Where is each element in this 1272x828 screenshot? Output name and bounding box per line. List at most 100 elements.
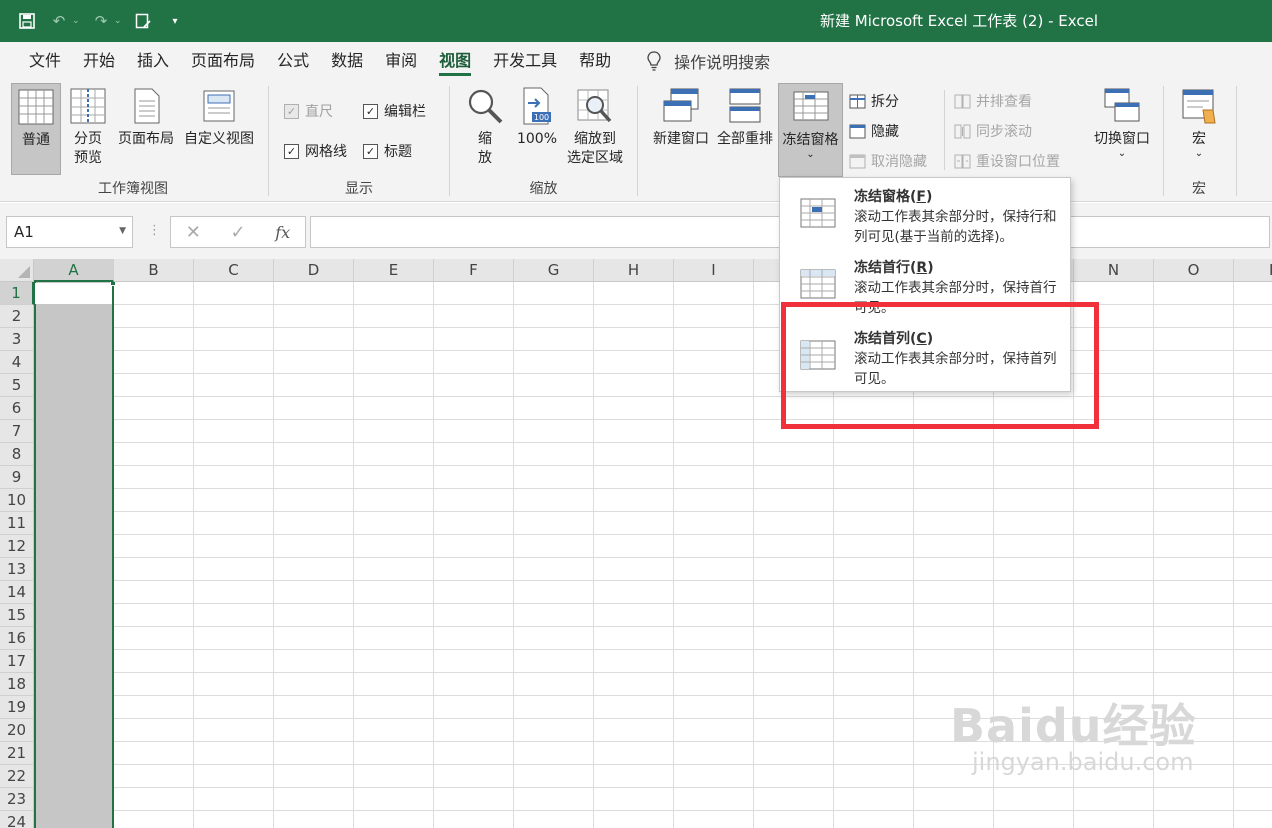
save-icon[interactable]: [14, 8, 40, 34]
group-macros: 宏 ⌄ 宏: [1165, 80, 1233, 202]
watermark-url: jingyan.baidu.com: [972, 748, 1194, 776]
tab-review[interactable]: 审阅: [374, 42, 428, 80]
hide-label: 隐藏: [871, 124, 899, 140]
column-header[interactable]: O: [1154, 259, 1234, 282]
name-box-dropdown-icon[interactable]: ▼: [119, 226, 126, 236]
customize-qat-icon[interactable]: ▾: [162, 8, 188, 34]
synchronous-scrolling-button[interactable]: 同步滚动: [954, 121, 1032, 141]
formula-bar-checkbox[interactable]: ✓ 编辑栏: [363, 101, 426, 121]
enter-icon[interactable]: ✓: [231, 222, 246, 243]
tell-me-search[interactable]: 操作说明搜索: [646, 49, 770, 73]
hide-button[interactable]: 隐藏: [849, 121, 899, 141]
row-header[interactable]: 3: [0, 328, 34, 351]
select-all-button[interactable]: [0, 259, 34, 282]
unhide-button[interactable]: 取消隐藏: [849, 151, 927, 171]
column-header[interactable]: P: [1234, 259, 1272, 282]
column-header[interactable]: G: [514, 259, 594, 282]
undo-icon[interactable]: ↶: [46, 8, 72, 34]
normal-view-label: 普通: [22, 132, 50, 148]
name-box[interactable]: A1 ▼: [6, 216, 133, 248]
new-window-label: 新建窗口: [653, 131, 709, 147]
undo-dropdown-icon[interactable]: ⌄: [72, 16, 82, 26]
column-header[interactable]: H: [594, 259, 674, 282]
row-header[interactable]: 16: [0, 627, 34, 650]
ruler-checkbox[interactable]: ✓ 直尺: [284, 101, 333, 121]
active-cell[interactable]: [35, 283, 112, 304]
column-header[interactable]: I: [674, 259, 754, 282]
row-header[interactable]: 23: [0, 788, 34, 811]
row-header[interactable]: 7: [0, 420, 34, 443]
row-header[interactable]: 22: [0, 765, 34, 788]
row-header[interactable]: 13: [0, 558, 34, 581]
freeze-panes-button[interactable]: 冻结窗格 ⌄: [778, 83, 843, 177]
row-header[interactable]: 21: [0, 742, 34, 765]
cancel-icon[interactable]: ✕: [186, 222, 201, 243]
headings-label: 标题: [384, 144, 412, 160]
menu-item-description: 滚动工作表其余部分时，保持行和列可见(基于当前的选择)。: [854, 209, 1057, 245]
row-header[interactable]: 4: [0, 351, 34, 374]
tab-home[interactable]: 开始: [72, 42, 126, 80]
column-header[interactable]: C: [194, 259, 274, 282]
page-break-label-1: 分页: [74, 131, 102, 147]
normal-view-button[interactable]: 普通: [11, 83, 61, 175]
column-header[interactable]: B: [114, 259, 194, 282]
redo-dropdown-icon[interactable]: ⌄: [114, 16, 124, 26]
zoom-to-selection-button[interactable]: 缩放到 选定区域: [561, 86, 629, 168]
row-header[interactable]: 12: [0, 535, 34, 558]
row-header[interactable]: 2: [0, 305, 34, 328]
row-header[interactable]: 11: [0, 512, 34, 535]
tab-help[interactable]: 帮助: [568, 42, 622, 80]
freeze-dropdown-icon: ⌄: [806, 149, 815, 160]
access-key: F: [916, 189, 926, 205]
lightbulb-icon: [647, 51, 661, 71]
switch-windows-button[interactable]: 切换窗口 ⌄: [1089, 86, 1155, 159]
insert-function-icon[interactable]: fx: [275, 223, 290, 242]
page-layout-view-button[interactable]: 页面布局: [115, 86, 177, 149]
view-side-by-side-button[interactable]: 并排查看: [954, 91, 1032, 111]
formula-bar-grip-icon[interactable]: ⋮: [148, 223, 161, 238]
row-header[interactable]: 1: [0, 282, 34, 305]
tab-data[interactable]: 数据: [320, 42, 374, 80]
tab-insert[interactable]: 插入: [126, 42, 180, 80]
row-header[interactable]: 20: [0, 719, 34, 742]
row-header[interactable]: 19: [0, 696, 34, 719]
column-header[interactable]: A: [34, 259, 114, 282]
custom-views-button[interactable]: 自定义视图: [180, 86, 258, 149]
tab-formulas[interactable]: 公式: [266, 42, 320, 80]
arrange-all-button[interactable]: 全部重排: [714, 86, 776, 149]
zoom-button[interactable]: 缩 放: [465, 86, 505, 168]
page-break-preview-button[interactable]: 分页 预览: [66, 86, 110, 168]
column-header[interactable]: N: [1074, 259, 1154, 282]
column-header[interactable]: D: [274, 259, 354, 282]
split-button[interactable]: 拆分: [849, 91, 899, 111]
row-header[interactable]: 17: [0, 650, 34, 673]
row-header[interactable]: 14: [0, 581, 34, 604]
tab-developer[interactable]: 开发工具: [482, 42, 568, 80]
macros-icon: [1182, 89, 1216, 124]
tab-file[interactable]: 文件: [18, 42, 72, 80]
menu-item-freeze-panes[interactable]: 冻结窗格(F) 滚动工作表其余部分时，保持行和列可见(基于当前的选择)。: [780, 178, 1070, 249]
quick-access-toolbar: ↶ ⌄ ↷ ⌄ ▾: [14, 8, 188, 34]
form-icon[interactable]: [130, 8, 156, 34]
column-header[interactable]: F: [434, 259, 514, 282]
row-header[interactable]: 9: [0, 466, 34, 489]
reset-window-position-button[interactable]: 重设窗口位置: [954, 151, 1060, 171]
redo-icon[interactable]: ↷: [88, 8, 114, 34]
zoom-100-button[interactable]: 100 100%: [515, 86, 559, 149]
row-header[interactable]: 24: [0, 811, 34, 828]
column-header[interactable]: E: [354, 259, 434, 282]
tab-page-layout[interactable]: 页面布局: [180, 42, 266, 80]
row-header[interactable]: 5: [0, 374, 34, 397]
row-header[interactable]: 10: [0, 489, 34, 512]
row-header[interactable]: 8: [0, 443, 34, 466]
macros-button[interactable]: 宏 ⌄: [1177, 86, 1221, 159]
switch-windows-label: 切换窗口: [1094, 131, 1150, 147]
tab-view[interactable]: 视图: [428, 42, 482, 80]
headings-checkbox[interactable]: ✓ 标题: [363, 141, 412, 161]
gridlines-checkbox[interactable]: ✓ 网格线: [284, 141, 347, 161]
new-window-button[interactable]: 新建窗口: [649, 86, 713, 149]
row-header[interactable]: 6: [0, 397, 34, 420]
row-header[interactable]: 15: [0, 604, 34, 627]
formula-bar-label: 编辑栏: [384, 104, 426, 120]
row-header[interactable]: 18: [0, 673, 34, 696]
